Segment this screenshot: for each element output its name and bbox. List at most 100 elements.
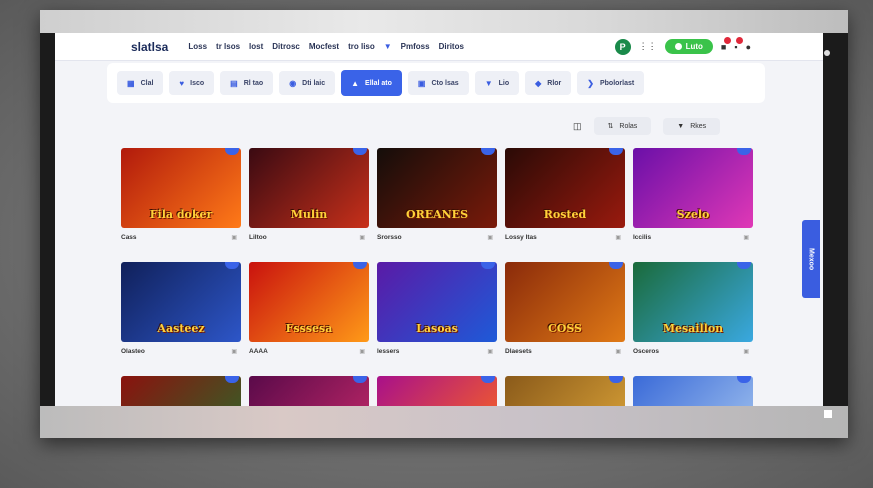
- info-icon[interactable]: ▣: [359, 234, 365, 241]
- game-thumbnail[interactable]: Lasoas: [377, 262, 497, 342]
- game-thumbnail[interactable]: [249, 376, 369, 406]
- game-card[interactable]: Szelo Iccilis ▣: [633, 148, 753, 262]
- category-5[interactable]: ▲ Ellal ato: [341, 70, 402, 96]
- favorite-ribbon-icon[interactable]: [609, 376, 623, 383]
- info-icon[interactable]: ▣: [743, 234, 749, 241]
- game-title-art: Mesaillon: [662, 322, 724, 335]
- game-card[interactable]: OREANES Srorsso ▣: [377, 148, 497, 262]
- favorite-ribbon-icon[interactable]: [609, 262, 623, 269]
- game-card[interactable]: Mesaillon Osceros ▣: [633, 262, 753, 376]
- favorite-ribbon-icon[interactable]: [481, 148, 495, 155]
- favorite-ribbon-icon[interactable]: [353, 262, 367, 269]
- favorite-ribbon-icon[interactable]: [225, 148, 239, 155]
- side-promo-tab[interactable]: Mexoo: [802, 220, 820, 298]
- flag-icon[interactable]: P: [614, 38, 631, 55]
- game-thumbnail[interactable]: Fsssesa: [249, 262, 369, 342]
- category-4[interactable]: ◉ Dti laic: [279, 71, 336, 95]
- filter-icon[interactable]: ◫: [573, 121, 582, 132]
- game-thumbnail[interactable]: [377, 376, 497, 406]
- game-thumbnail[interactable]: OREANES: [377, 148, 497, 228]
- bell-icon[interactable]: ▪: [734, 36, 743, 52]
- nav-link-1[interactable]: Loss: [188, 42, 207, 51]
- game-card[interactable]: COSS Dlaesets ▣: [505, 262, 625, 376]
- info-icon[interactable]: ▣: [487, 348, 493, 355]
- category-2[interactable]: ♥ Isco: [169, 71, 215, 95]
- game-card[interactable]: ▣: [121, 376, 241, 406]
- info-icon[interactable]: ▣: [615, 348, 621, 355]
- game-thumbnail[interactable]: Mulin: [249, 148, 369, 228]
- game-thumbnail[interactable]: Szelo: [633, 148, 753, 228]
- game-thumbnail[interactable]: Aasteez: [121, 262, 241, 342]
- favorite-ribbon-icon[interactable]: [481, 376, 495, 383]
- favorite-ribbon-icon[interactable]: [609, 148, 623, 155]
- game-thumbnail[interactable]: [505, 376, 625, 406]
- game-thumbnail[interactable]: [121, 376, 241, 406]
- menu-icon[interactable]: ⋮⋮: [639, 41, 657, 52]
- nav-link-5[interactable]: Mocfest: [309, 42, 339, 51]
- game-thumbnail[interactable]: Fila doker: [121, 148, 241, 228]
- nav-link-6[interactable]: tro liso: [348, 42, 375, 51]
- game-card[interactable]: Aasteez Olasteo ▣: [121, 262, 241, 376]
- nav-link-3[interactable]: lost: [249, 42, 263, 51]
- card-icon: ▣: [417, 78, 426, 88]
- scroll-up-button[interactable]: [824, 50, 830, 56]
- category-label: Rlor: [547, 79, 562, 87]
- category-1[interactable]: ▦ Clal: [117, 71, 164, 95]
- info-icon[interactable]: ▣: [231, 348, 237, 355]
- game-title-art: Rosted: [543, 208, 587, 221]
- nav-link-2[interactable]: tr lsos: [216, 42, 240, 51]
- scroll-down-button[interactable]: [824, 410, 832, 418]
- game-card[interactable]: ▣: [377, 376, 497, 406]
- game-thumbnail[interactable]: Rosted: [505, 148, 625, 228]
- favorite-ribbon-icon[interactable]: [737, 376, 751, 383]
- login-label: Luto: [685, 42, 703, 51]
- game-name: Iccilis: [633, 234, 652, 241]
- category-9[interactable]: ❯ Pbolorlast: [577, 71, 645, 95]
- favorite-ribbon-icon[interactable]: [353, 148, 367, 155]
- nav-link-7[interactable]: Pmfoss: [401, 42, 430, 51]
- favorite-ribbon-icon[interactable]: [225, 376, 239, 383]
- chat-icon[interactable]: ■: [721, 36, 732, 52]
- login-button[interactable]: Luto: [664, 39, 713, 54]
- game-thumbnail[interactable]: WIBS: [633, 376, 753, 406]
- info-icon[interactable]: ▣: [231, 234, 237, 241]
- game-card[interactable]: Fila doker Cass ▣: [121, 148, 241, 262]
- browser-viewport: slatlsa Loss tr lsos lost Ditrosc Mocfes…: [55, 33, 823, 406]
- type-label: Rkes: [690, 122, 707, 130]
- type-dropdown[interactable]: ▼ Rkes: [663, 117, 721, 135]
- category-8[interactable]: ◆ Rlor: [525, 71, 572, 95]
- favorite-ribbon-icon[interactable]: [737, 148, 751, 155]
- game-thumbnail[interactable]: Mesaillon: [633, 262, 753, 342]
- user-icon[interactable]: ●: [746, 42, 751, 52]
- info-icon[interactable]: ▣: [359, 348, 365, 355]
- favorite-ribbon-icon[interactable]: [225, 262, 239, 269]
- info-icon[interactable]: ▣: [743, 348, 749, 355]
- info-icon[interactable]: ▣: [615, 234, 621, 241]
- shield-icon: ▼: [484, 78, 493, 88]
- game-card[interactable]: WIBS▣: [633, 376, 753, 406]
- info-icon[interactable]: ▣: [487, 234, 493, 241]
- game-card[interactable]: Rosted Lossy ltas ▣: [505, 148, 625, 262]
- category-6[interactable]: ▣ Cto lsas: [407, 71, 469, 95]
- site-logo[interactable]: slatlsa: [131, 40, 168, 54]
- game-card[interactable]: Fsssesa AAAA ▣: [249, 262, 369, 376]
- category-label: Clal: [140, 79, 154, 87]
- login-dot-icon: [674, 43, 682, 50]
- game-name: Dlaesets: [505, 348, 532, 355]
- game-card[interactable]: Mulin Liltoo ▣: [249, 148, 369, 262]
- category-7[interactable]: ▼ Lio: [474, 71, 520, 95]
- favorite-ribbon-icon[interactable]: [737, 262, 751, 269]
- game-card[interactable]: Lasoas lessers ▣: [377, 262, 497, 376]
- sort-dropdown[interactable]: ⇅ Rolas: [593, 117, 652, 135]
- category-label: Rl tao: [243, 79, 264, 87]
- game-card[interactable]: ▣: [505, 376, 625, 406]
- favorite-ribbon-icon[interactable]: [353, 376, 367, 383]
- game-card[interactable]: ▣: [249, 376, 369, 406]
- nav-link-4[interactable]: Ditrosc: [272, 42, 300, 51]
- nav-link-8[interactable]: Diritos: [439, 42, 464, 51]
- favorite-ribbon-icon[interactable]: [481, 262, 495, 269]
- category-3[interactable]: ▤ Rl tao: [220, 71, 274, 95]
- game-thumbnail[interactable]: COSS: [505, 262, 625, 342]
- site-header: slatlsa Loss tr lsos lost Ditrosc Mocfes…: [55, 33, 823, 61]
- monitor-top-bezel: [40, 10, 848, 33]
